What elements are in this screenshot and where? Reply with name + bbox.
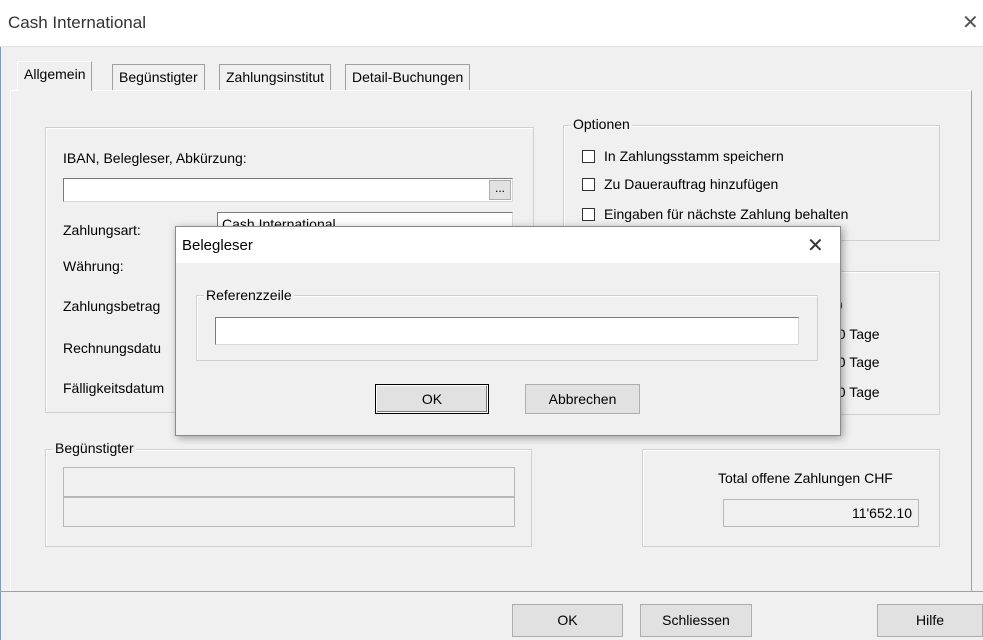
title-bar[interactable]: Cash International ✕ (0, 0, 983, 47)
dialog-ok-button[interactable]: OK (375, 384, 489, 414)
dialog-title-bar[interactable]: Belegleser ✕ (176, 227, 840, 263)
zahlungsart-label: Zahlungsart: (63, 222, 141, 238)
window-title: Cash International (8, 13, 146, 32)
option-label-dauerauftrag[interactable]: Zu Dauerauftrag hinzufügen (604, 176, 778, 192)
footer-separator (0, 591, 983, 592)
help-button[interactable]: Hilfe (877, 604, 983, 637)
total-label: Total offene Zahlungen CHF (718, 470, 893, 486)
total-value-field: 11'652.10 (723, 499, 919, 527)
dialog-title: Belegleser (182, 237, 253, 254)
waehrung-label: Währung: (63, 258, 124, 274)
referenzzeile-legend: Referenzzeile (204, 287, 294, 303)
iban-input[interactable] (63, 178, 513, 202)
tab-zahlungsinstitut[interactable]: Zahlungsinstitut (219, 64, 332, 90)
checkbox-eingaben-behalten[interactable] (582, 208, 595, 221)
zahlungsbetrag-label: Zahlungsbetrag (63, 298, 161, 314)
dialog-close-icon[interactable]: ✕ (807, 233, 824, 258)
checkbox-dauerauftrag[interactable] (582, 178, 595, 191)
browse-button[interactable]: ... (489, 180, 511, 200)
referenzzeile-input[interactable] (215, 317, 799, 345)
close-button[interactable]: Schliessen (640, 604, 752, 637)
iban-label: IBAN, Belegleser, Abkürzung: (63, 150, 247, 166)
total-value: 11'652.10 (851, 505, 912, 521)
tab-allgemein[interactable]: Allgemein (17, 61, 93, 91)
ok-button[interactable]: OK (512, 604, 623, 637)
belegleser-dialog: Belegleser ✕ Referenzzeile OK Abbrechen (175, 226, 841, 436)
close-icon[interactable]: ✕ (962, 10, 979, 35)
rechnungsdatum-label: Rechnungsdatu (63, 340, 162, 356)
beguenstigter-legend: Begünstigter (53, 440, 136, 456)
beguenstigter-line-2 (63, 497, 515, 527)
total-group (642, 449, 940, 547)
options-legend: Optionen (571, 116, 632, 132)
tab-detail-buchungen[interactable]: Detail-Buchungen (345, 64, 471, 90)
beguenstigter-line-1 (63, 467, 515, 497)
option-label-zahlungsstamm[interactable]: In Zahlungsstamm speichern (604, 148, 784, 164)
option-label-eingaben-behalten[interactable]: Eingaben für nächste Zahlung behalten (604, 206, 848, 222)
faelligkeitsdatum-label: Fälligkeitsdatum (63, 380, 165, 396)
dialog-cancel-button[interactable]: Abbrechen (525, 384, 640, 414)
tab-beguenstigter[interactable]: Begünstigter (112, 64, 205, 90)
window-border (0, 0, 1, 640)
checkbox-zahlungsstamm[interactable] (582, 150, 595, 163)
